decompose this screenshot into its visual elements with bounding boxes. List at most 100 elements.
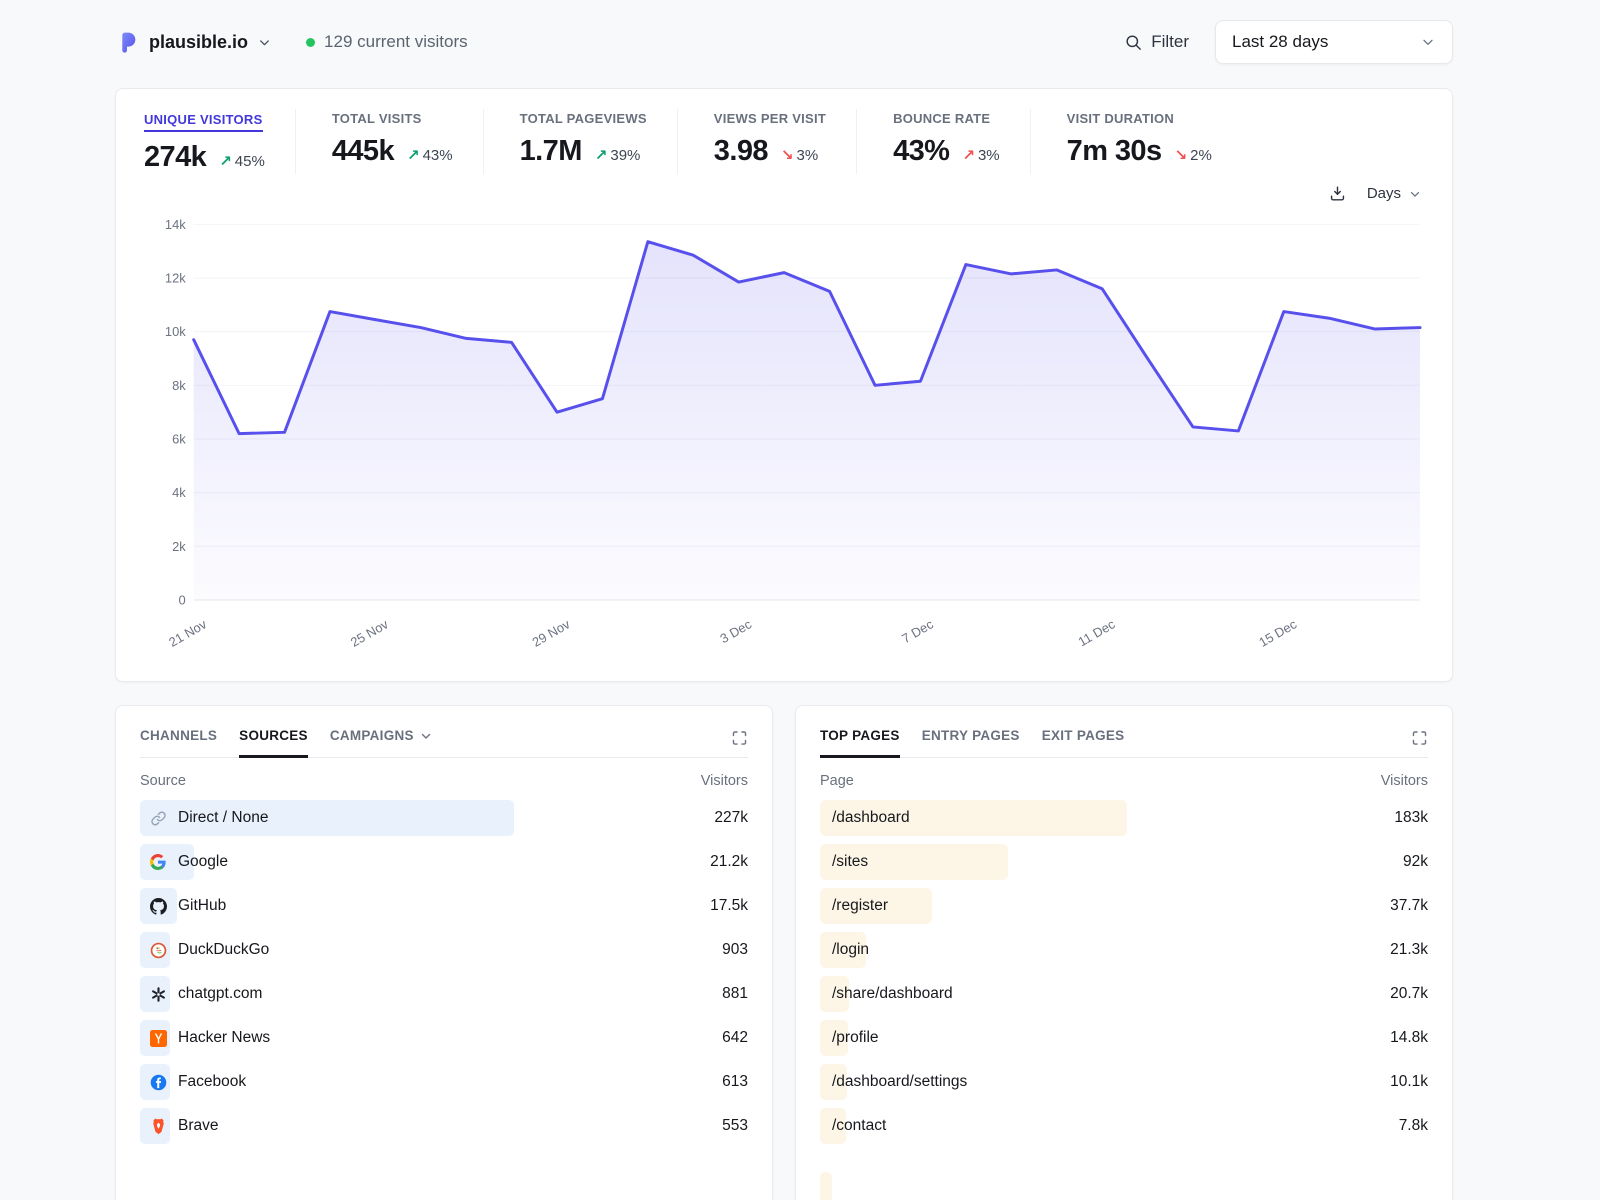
page-row[interactable]: /contact7.8k <box>820 1104 1428 1148</box>
row-visitors: 903 <box>664 941 748 959</box>
row-visitors: 183k <box>1344 809 1428 827</box>
page-row[interactable]: /register37.7k <box>820 884 1428 928</box>
metric-bounce-rate[interactable]: BOUNCE RATE43%↗3% <box>856 109 1030 174</box>
expand-button[interactable] <box>1411 728 1428 746</box>
arrow-down-icon: ↘ <box>781 146 794 164</box>
expand-button[interactable] <box>731 728 748 746</box>
page-row[interactable]: /share/dashboard20.7k <box>820 972 1428 1016</box>
row-label: /dashboard/settings <box>832 1073 967 1091</box>
filter-button[interactable]: Filter <box>1124 32 1189 52</box>
row-visitors: 20.7k <box>1344 985 1428 1003</box>
metric-value: 43% <box>893 135 949 168</box>
metric-label: VISIT DURATION <box>1067 111 1212 126</box>
metric-views-per-visit[interactable]: VIEWS PER VISIT3.98↘3% <box>677 109 856 174</box>
github-icon <box>150 898 167 915</box>
panel-tabs: TOP PAGES ENTRY PAGES EXIT PAGES <box>820 728 1428 758</box>
chevron-down-icon <box>1408 187 1422 201</box>
tab-channels[interactable]: CHANNELS <box>140 728 217 757</box>
filter-label: Filter <box>1151 32 1189 52</box>
row-visitors: 10.1k <box>1344 1073 1428 1091</box>
area-chart: 02k4k6k8k10k12k14k21 Nov25 Nov29 Nov3 De… <box>144 209 1426 661</box>
current-visitors-label: 129 current visitors <box>324 32 468 52</box>
svg-text:2k: 2k <box>172 539 186 554</box>
tab-campaigns[interactable]: CAMPAIGNS <box>330 728 433 757</box>
svg-text:8k: 8k <box>172 378 186 393</box>
row-visitors: 642 <box>664 1029 748 1047</box>
interval-label: Days <box>1367 185 1401 202</box>
row-list: Direct / None227kGoogle21.2kGitHub17.5kD… <box>140 796 748 1148</box>
page-row[interactable]: /login21.3k <box>820 928 1428 972</box>
search-icon <box>1124 33 1143 52</box>
row-label: Brave <box>178 1117 219 1135</box>
row-visitors: 21.2k <box>664 853 748 871</box>
tab-entry-pages[interactable]: ENTRY PAGES <box>922 728 1020 757</box>
source-row[interactable]: Google 21.2k <box>140 840 748 884</box>
tab-sources[interactable]: SOURCES <box>239 728 308 757</box>
metric-change: ↘2% <box>1175 146 1212 164</box>
interval-select[interactable]: Days <box>1367 185 1422 202</box>
source-row[interactable]: GitHub17.5k <box>140 884 748 928</box>
tab-top-pages[interactable]: TOP PAGES <box>820 728 900 757</box>
source-row[interactable]: chatgpt.com 881 <box>140 972 748 1016</box>
row-visitors: 92k <box>1344 853 1428 871</box>
tab-label: TOP PAGES <box>820 728 900 743</box>
chevron-down-icon <box>419 729 433 743</box>
source-row[interactable]: Direct / None227k <box>140 796 748 840</box>
download-button[interactable] <box>1328 184 1347 203</box>
row-label: GitHub <box>178 897 226 915</box>
row-visitors: 227k <box>664 809 748 827</box>
page-row[interactable]: /dashboard 183k <box>820 796 1428 840</box>
svg-text:12k: 12k <box>165 270 186 285</box>
metric-visit-duration[interactable]: VISIT DURATION7m 30s↘2% <box>1030 109 1242 174</box>
metric-label: BOUNCE RATE <box>893 111 1000 126</box>
source-row[interactable]: Brave 553 <box>140 1104 748 1148</box>
page-row[interactable]: /profile 14.8k <box>820 1016 1428 1060</box>
column-headers: SourceVisitors <box>140 773 748 789</box>
row-visitors: 7.8k <box>1344 1117 1428 1135</box>
site-picker[interactable]: plausible.io <box>115 30 272 55</box>
row-list: /dashboard 183k/sites 92k/register37.7k/lo… <box>820 796 1428 1200</box>
metric-unique-visitors[interactable]: UNIQUE VISITORS274k↗45% <box>144 109 295 180</box>
source-row[interactable]: DuckDuckGo 903 <box>140 928 748 972</box>
date-range-value: Last 28 days <box>1232 32 1328 52</box>
svg-text:14k: 14k <box>165 217 186 232</box>
row-label: /profile <box>832 1029 879 1047</box>
tab-label: CHANNELS <box>140 728 217 743</box>
svg-text:11 Dec: 11 Dec <box>1075 616 1118 649</box>
svg-text:6k: 6k <box>172 431 186 446</box>
row-visitors: 613 <box>664 1073 748 1091</box>
row-label: DuckDuckGo <box>178 941 269 959</box>
metric-total-pageviews[interactable]: TOTAL PAGEVIEWS1.7M↗39% <box>483 109 677 174</box>
chevron-down-icon <box>1420 34 1436 50</box>
row-visitors: 881 <box>664 985 748 1003</box>
page-row[interactable]: /dashboard/settings 10.1k <box>820 1060 1428 1104</box>
tab-label: SOURCES <box>239 728 308 743</box>
site-name: plausible.io <box>149 32 248 53</box>
topbar: plausible.io 129 current visitors Filter… <box>115 20 1453 64</box>
source-row[interactable]: Hacker News642 <box>140 1016 748 1060</box>
page-row[interactable]: /sites 92k <box>820 840 1428 884</box>
row-label: chatgpt.com <box>178 985 262 1003</box>
breakdown-grid: CHANNELS SOURCES CAMPAIGNS SourceVisitors Di… <box>115 705 1453 1200</box>
row-label: Google <box>178 853 228 871</box>
metric-value: 3.98 <box>714 135 768 168</box>
plausible-logo-icon <box>115 30 140 55</box>
current-visitors[interactable]: 129 current visitors <box>306 32 468 52</box>
date-range-select[interactable]: Last 28 days <box>1215 20 1453 64</box>
row-label: /register <box>832 897 888 915</box>
row-label: /dashboard <box>832 809 910 827</box>
svg-text:4k: 4k <box>172 485 186 500</box>
openai-icon <box>150 986 167 1003</box>
visitors-chart: 02k4k6k8k10k12k14k21 Nov25 Nov29 Nov3 De… <box>144 209 1424 665</box>
svg-text:7 Dec: 7 Dec <box>899 616 936 646</box>
metric-value: 1.7M <box>520 135 582 168</box>
row-visitors: 14.8k <box>1344 1029 1428 1047</box>
row-label: /sites <box>832 853 868 871</box>
metric-total-visits[interactable]: TOTAL VISITS445k↗43% <box>295 109 483 174</box>
row-visitors: 553 <box>664 1117 748 1135</box>
source-row[interactable]: Facebook613 <box>140 1060 748 1104</box>
plausible-dashboard: plausible.io 129 current visitors Filter… <box>115 0 1453 1200</box>
metric-value: 445k <box>332 135 394 168</box>
column-name: Page <box>820 773 854 789</box>
tab-exit-pages[interactable]: EXIT PAGES <box>1042 728 1125 757</box>
